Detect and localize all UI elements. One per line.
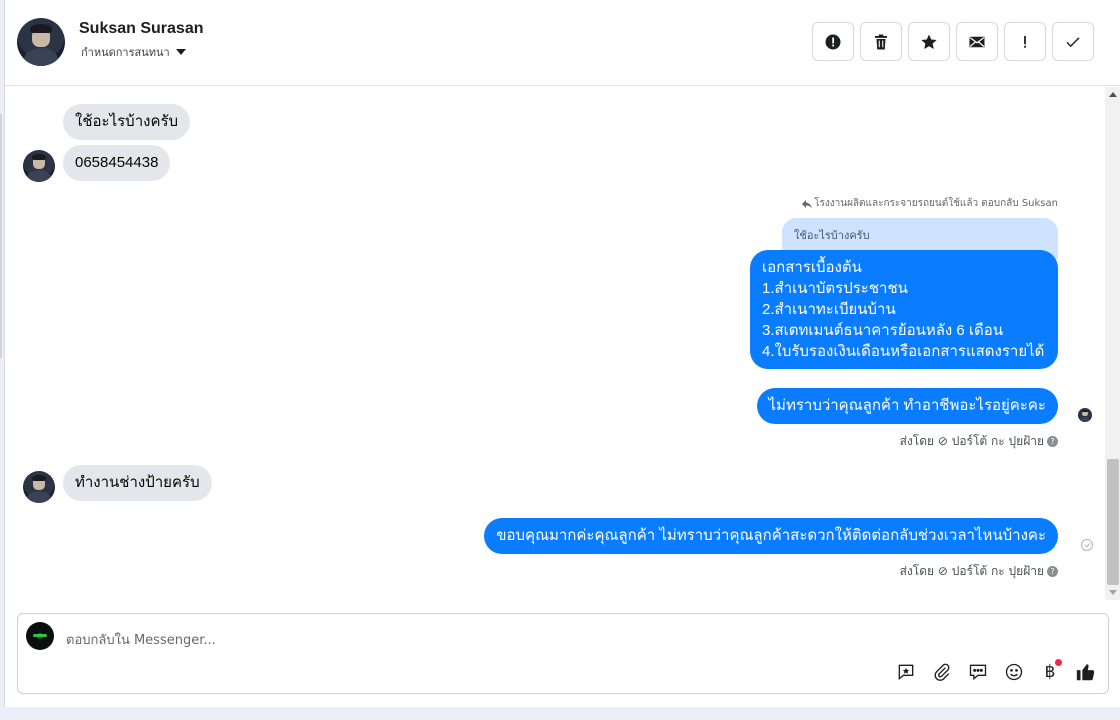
scroll-down-arrow-icon[interactable] — [1109, 590, 1117, 595]
saved-reply-button[interactable] — [894, 660, 918, 684]
delete-button[interactable] — [860, 22, 902, 61]
attach-icon — [934, 663, 950, 681]
help-icon[interactable]: ? — [1047, 436, 1058, 447]
emoji-button[interactable] — [1002, 660, 1026, 684]
like-icon — [1076, 664, 1095, 681]
mark-done-button[interactable] — [1052, 22, 1094, 61]
delivered-icon — [1081, 539, 1093, 551]
incoming-message[interactable]: 0658454438 — [63, 145, 171, 181]
conversation-schedule-label: กำหนดการสนทนา — [81, 46, 170, 59]
sent-by-meta: ส่งโดย ⊘ ปอร์โต้ กะ ปุยฝ้าย ? — [900, 432, 1058, 451]
page-avatar — [26, 622, 54, 650]
comment-icon — [969, 664, 987, 681]
caret-down-icon — [175, 49, 186, 55]
conversation-panel: Suksan Surasan กำหนดการสนทนา ใช้อะไรบ้าง… — [4, 0, 1120, 707]
reply-arrow-icon — [802, 199, 813, 208]
message-line: 3.สเตทเมนต์ธนาคารย้อนหลัง 6 เดือน — [762, 322, 1004, 339]
saved-reply-icon — [898, 664, 914, 681]
conversation-header: Suksan Surasan กำหนดการสนทนา — [5, 0, 1120, 86]
incoming-message[interactable]: ใช้อะไรบ้างครับ — [63, 104, 191, 140]
attach-button[interactable] — [930, 660, 954, 684]
contact-name[interactable]: Suksan Surasan — [79, 20, 204, 38]
sent-by-text: ส่งโดย ⊘ ปอร์โต้ กะ ปุยฝ้าย — [899, 434, 1044, 448]
seen-avatar — [1078, 408, 1092, 422]
report-button[interactable] — [812, 22, 854, 61]
mail-icon — [969, 36, 985, 47]
notification-dot — [1055, 659, 1062, 666]
comment-button[interactable] — [966, 660, 990, 684]
contact-avatar[interactable] — [17, 18, 65, 66]
message-line: 1.สำเนาบัตรประชาชน — [762, 280, 908, 297]
reply-composer[interactable]: ตอบกลับใน Messenger... ฿ — [17, 613, 1109, 694]
star-icon — [921, 34, 937, 49]
header-actions — [812, 22, 1094, 61]
contact-avatar-small[interactable] — [23, 471, 55, 503]
scrollbar-thumb[interactable] — [1107, 459, 1119, 585]
message-line: 4.ใบรับรองเงินเดือนหรือเอกสารแสดงรายได้ — [762, 343, 1045, 360]
trash-icon — [875, 34, 887, 49]
important-button[interactable] — [1004, 22, 1046, 61]
composer-tools: ฿ — [894, 659, 1098, 684]
sent-by-text: ส่งโดย ⊘ ปอร์โต้ กะ ปุยฝ้าย — [899, 564, 1044, 578]
mark-unread-button[interactable] — [956, 22, 998, 61]
reply-input[interactable]: ตอบกลับใน Messenger... — [66, 629, 216, 650]
sent-by-meta: ส่งโดย ⊘ ปอร์โต้ กะ ปุยฝ้าย ? — [900, 562, 1058, 581]
conversation-schedule-dropdown[interactable]: กำหนดการสนทนา — [81, 43, 186, 61]
baht-icon: ฿ — [1044, 662, 1056, 682]
emoji-icon — [1005, 663, 1023, 681]
message-line: เอกสารเบื้องต้น — [762, 259, 862, 276]
check-icon — [1066, 36, 1080, 47]
outgoing-message[interactable]: ขอบคุณมากค่ะคุณลูกค้า ไม่ทราบว่าคุณลูกค้… — [484, 518, 1058, 554]
reply-context: โรงงานผลิตและกระจายรถยนต์ใช้แล้ว ตอบกลับ… — [802, 196, 1058, 211]
report-icon — [825, 34, 841, 49]
outgoing-message[interactable]: ไม่ทราบว่าคุณลูกค้า ทำอาชีพอะไรอยู่คะคะ — [756, 388, 1058, 424]
outgoing-message-documents[interactable]: เอกสารเบื้องต้น 1.สำเนาบัตรประชาชน 2.สำเ… — [750, 250, 1058, 369]
exclamation-icon — [1024, 35, 1026, 48]
like-button[interactable] — [1074, 660, 1098, 684]
reply-context-text: โรงงานผลิตและกระจายรถยนต์ใช้แล้ว ตอบกลับ… — [814, 198, 1058, 209]
message-line: 2.สำเนาทะเบียนบ้าน — [762, 301, 896, 318]
resize-marker — [0, 114, 2, 358]
message-thread[interactable]: ใช้อะไรบ้างครับ 0658454438 โรงงานผลิตและ… — [5, 87, 1105, 600]
help-icon[interactable]: ? — [1047, 566, 1058, 577]
scroll-up-arrow-icon[interactable] — [1109, 92, 1117, 97]
thread-scrollbar[interactable] — [1105, 87, 1120, 600]
star-button[interactable] — [908, 22, 950, 61]
payment-button[interactable]: ฿ — [1038, 659, 1062, 684]
contact-avatar-small[interactable] — [23, 150, 55, 182]
incoming-message[interactable]: ทำงานช่างป้ายครับ — [63, 465, 212, 501]
